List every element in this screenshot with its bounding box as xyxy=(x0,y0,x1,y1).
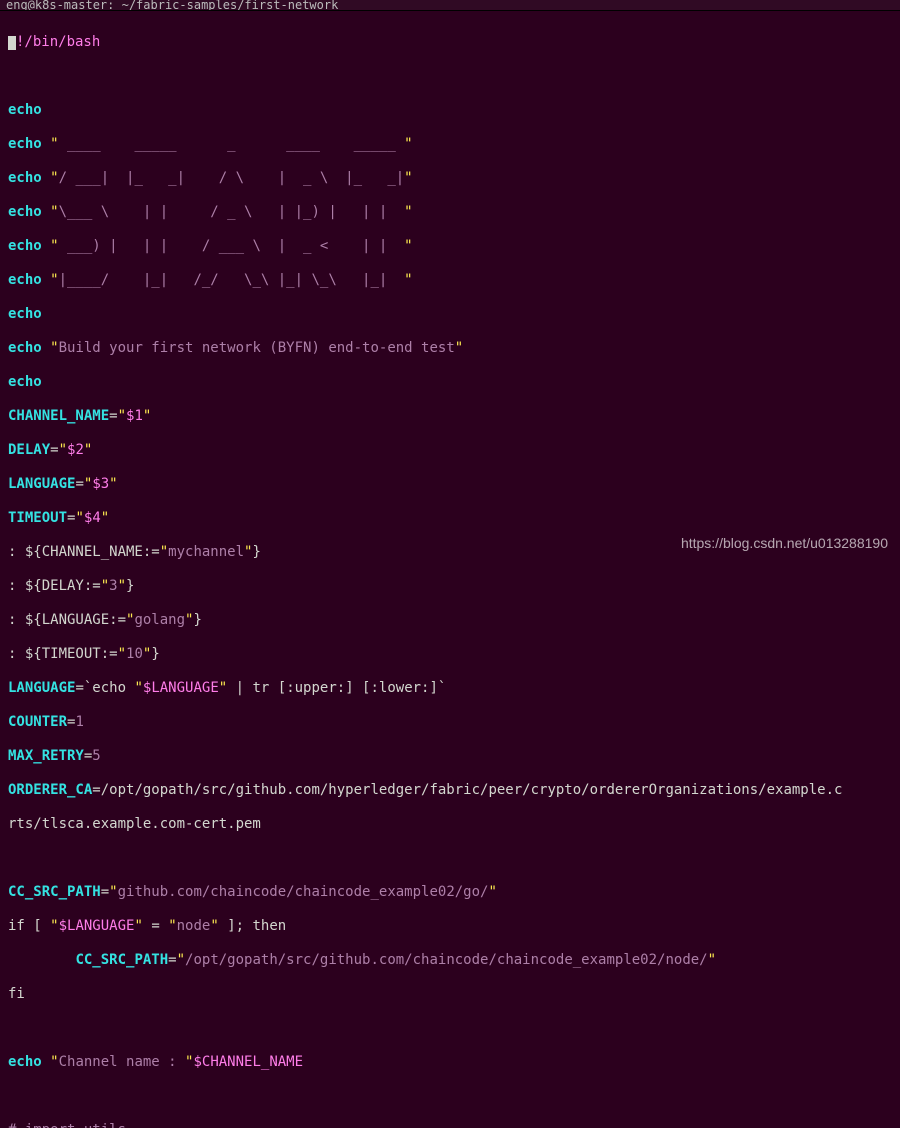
pos-arg: $3 xyxy=(92,476,109,492)
default-timeout: : ${TIMEOUT:= xyxy=(8,646,118,662)
cmd-echo: echo xyxy=(8,102,42,118)
ascii-art-line: ___) | | | / ___ \ | _ < | | xyxy=(59,238,405,254)
var-counter: COUNTER xyxy=(8,714,67,730)
orderer-path-wrap: rts/tlsca.example.com-cert.pem xyxy=(8,816,261,832)
ascii-art-line: |____/ |_| /_/ \_\ |_| \_\ |_| xyxy=(59,272,405,288)
var-timeout: TIMEOUT xyxy=(8,510,67,526)
terminal-viewport[interactable]: !/bin/bash echo echo " ____ _____ _ ____… xyxy=(0,11,900,1128)
channel-name-msg: Channel name : xyxy=(59,1054,185,1070)
lang-var-ref: $LANGUAGE xyxy=(143,680,219,696)
ascii-art-line: \___ \ | | / _ \ | |_) | | | xyxy=(59,204,405,220)
window-title: eng@k8s-master: ~/fabric-samples/first-n… xyxy=(0,0,900,11)
var-delay: DELAY xyxy=(8,442,50,458)
byfn-msg: Build your first network (BYFN) end-to-e… xyxy=(59,340,455,356)
var-channel: CHANNEL_NAME xyxy=(8,408,109,424)
cc-src-node: /opt/gopath/src/github.com/chaincode/cha… xyxy=(185,952,708,968)
tr-lower: | tr [:upper:] [:lower:]` xyxy=(227,680,446,696)
ascii-art-line: / ___| |_ _| / \ | _ \ |_ _| xyxy=(59,170,405,186)
default-channel: : ${CHANNEL_NAME:= xyxy=(8,544,160,560)
var-language: LANGUAGE xyxy=(8,476,75,492)
var-cc-src-path: CC_SRC_PATH xyxy=(8,884,101,900)
var-orderer-ca: ORDERER_CA xyxy=(8,782,92,798)
comment: # import utils xyxy=(8,1122,126,1128)
if-statement: if [ xyxy=(8,918,50,934)
pos-arg: $4 xyxy=(84,510,101,526)
pos-arg: $1 xyxy=(126,408,143,424)
default-language: : ${LANGUAGE:= xyxy=(8,612,126,628)
shebang: !/bin/bash xyxy=(16,34,100,50)
watermark: https://blog.csdn.net/u013288190 xyxy=(681,535,888,552)
ascii-art-line: ____ _____ _ ____ _____ xyxy=(59,136,405,152)
fi-statement: fi xyxy=(8,986,25,1002)
pos-arg: $2 xyxy=(67,442,84,458)
cursor xyxy=(8,36,16,50)
var-maxretry: MAX_RETRY xyxy=(8,748,84,764)
default-delay: : ${DELAY:= xyxy=(8,578,101,594)
